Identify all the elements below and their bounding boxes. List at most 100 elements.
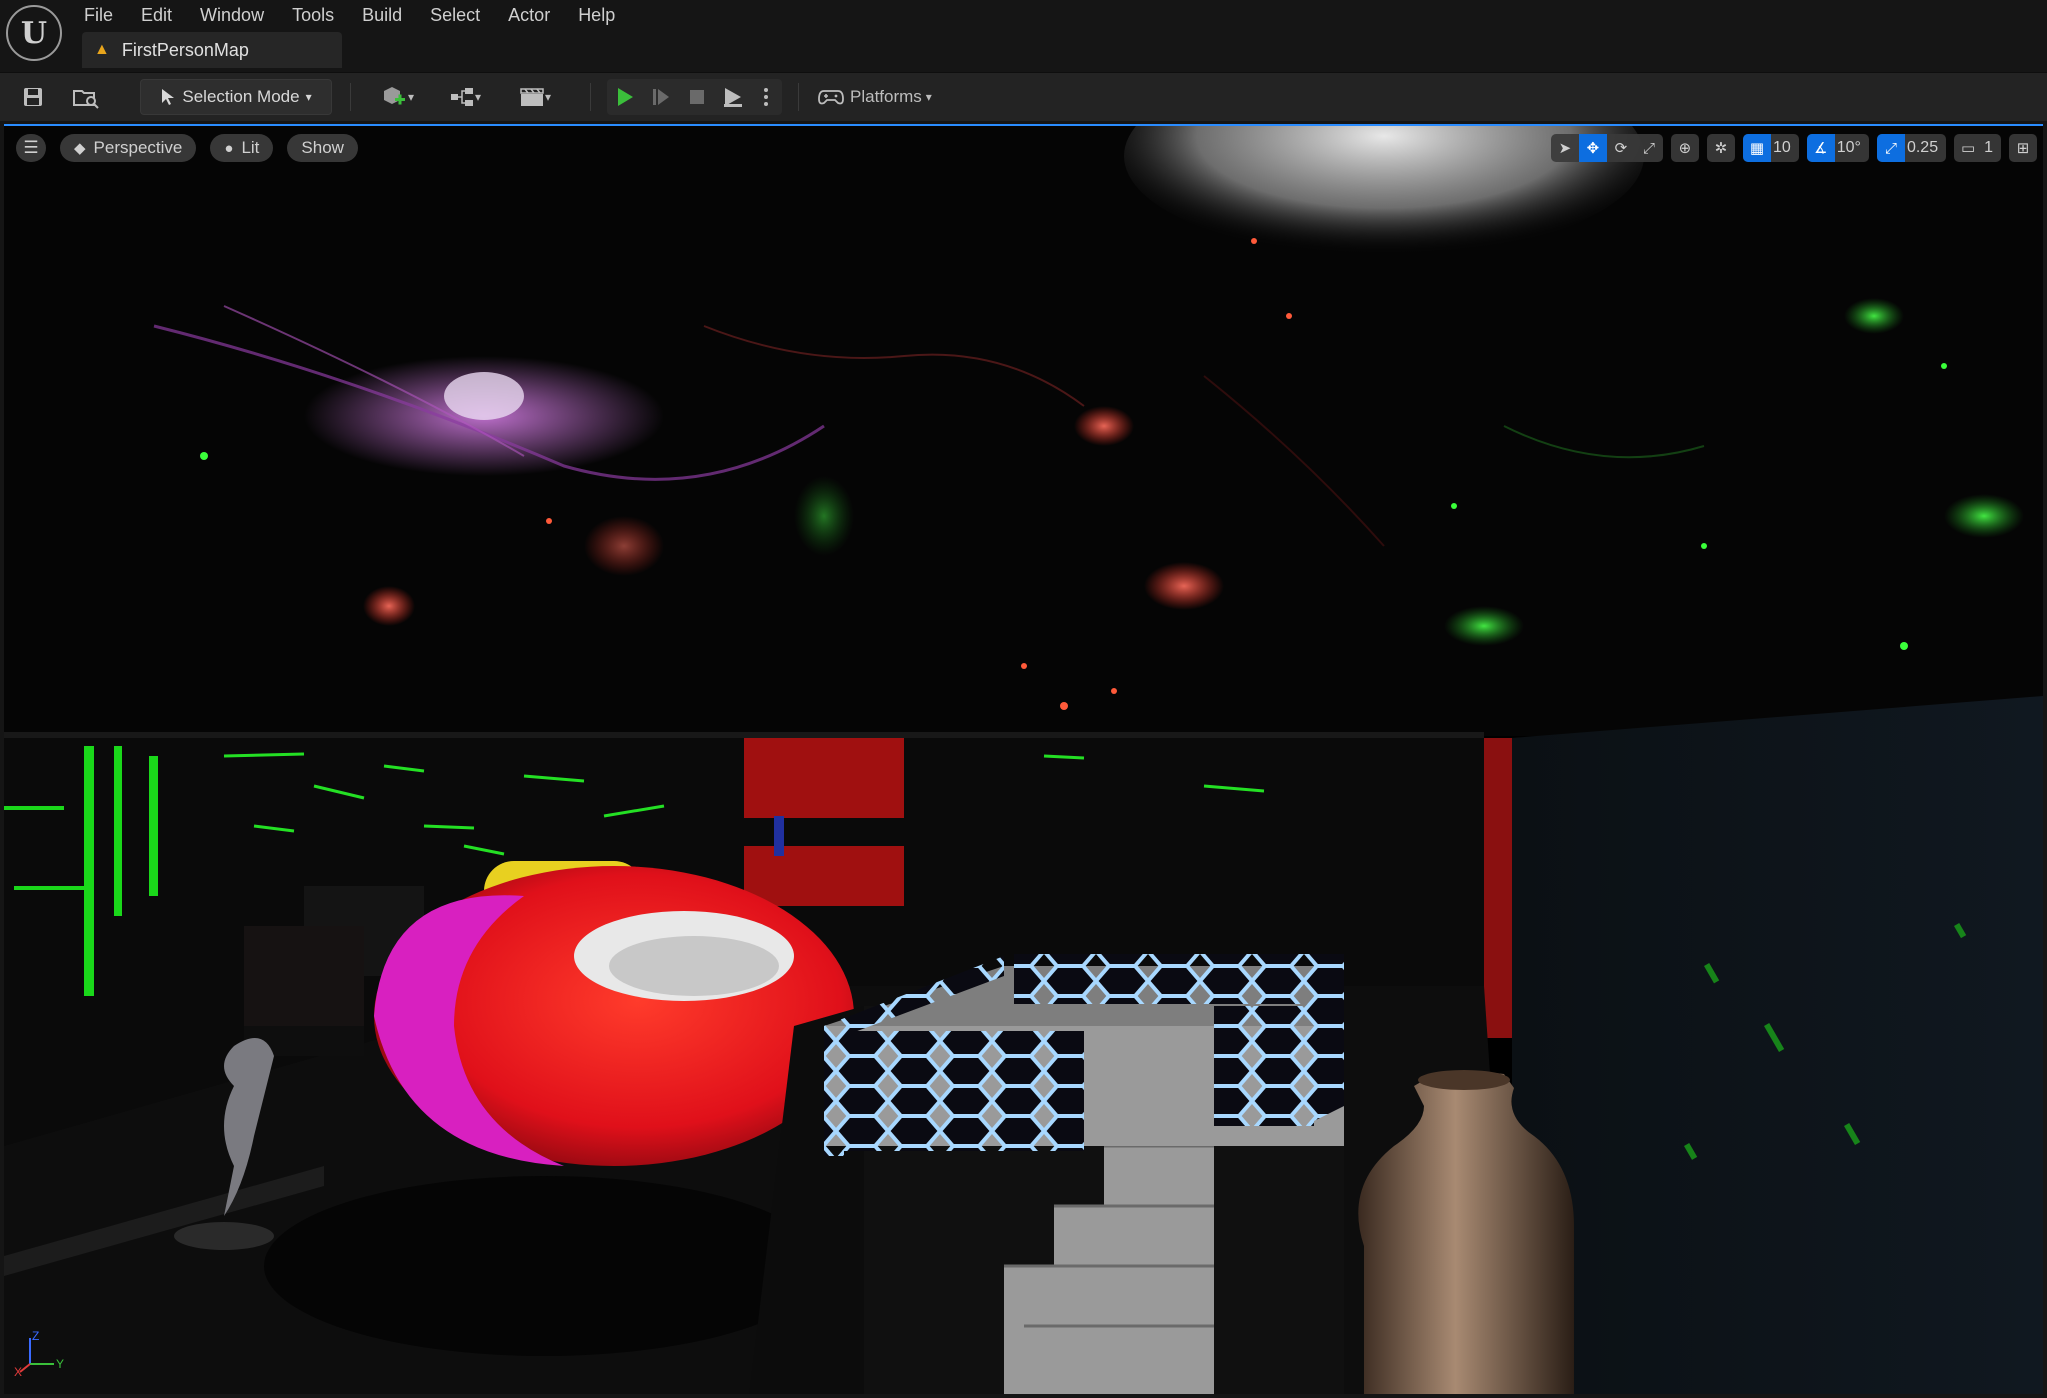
level-viewport[interactable]: ☰ ◆ Perspective ● Lit Show ➤ ✥ ⟳ ⤢ ⊕ ✲ ▦…: [4, 124, 2043, 1394]
stop-button[interactable]: [679, 79, 715, 115]
camera-speed-group: ▭ 1: [1954, 134, 2001, 162]
surface-snap-icon: ✲: [1714, 140, 1728, 157]
axis-x-label: X: [14, 1365, 22, 1378]
transform-tools: ➤ ✥ ⟳ ⤢: [1550, 134, 1663, 162]
cursor-icon: [162, 89, 175, 105]
selection-mode-label: Selection Mode: [182, 87, 300, 106]
chevron-down-icon: ▾: [305, 90, 312, 104]
main-menu: File Edit Window Tools Build Select Acto…: [70, 0, 629, 30]
show-button[interactable]: Show: [287, 134, 358, 162]
toolbar-divider: [590, 83, 591, 111]
unreal-logo-icon[interactable]: U: [6, 5, 62, 61]
cube-icon: ◆: [74, 140, 86, 157]
lit-button[interactable]: ● Lit: [210, 134, 274, 162]
grid-snap-button[interactable]: ▦: [1742, 134, 1771, 162]
more-vertical-icon: [764, 88, 768, 106]
grid-snap-value[interactable]: 10: [1771, 139, 1799, 157]
angle-icon: ∡: [1814, 140, 1828, 157]
translate-tool-button[interactable]: ✥: [1578, 134, 1607, 162]
viewport-left-controls: ☰ ◆ Perspective ● Lit Show: [16, 134, 358, 162]
scale-arrow-icon: ⤢: [1884, 139, 1897, 157]
menu-window[interactable]: Window: [186, 0, 278, 30]
save-button[interactable]: [16, 79, 50, 115]
cinematics-button[interactable]: ▾: [510, 79, 560, 115]
stop-icon: [690, 90, 704, 104]
chevron-down-icon: ▾: [925, 90, 932, 104]
selection-mode-dropdown[interactable]: Selection Mode ▾: [140, 79, 332, 115]
globe-icon: ⊕: [1678, 140, 1692, 157]
layout-grid-icon: ⊞: [2016, 140, 2030, 157]
folder-search-icon: [73, 90, 99, 109]
menu-tools[interactable]: Tools: [278, 0, 348, 30]
play-button[interactable]: [607, 79, 643, 115]
blueprint-icon: [450, 88, 473, 106]
scale-icon: ⤢: [1642, 139, 1655, 157]
menu-build[interactable]: Build: [348, 0, 416, 30]
rotation-snap-group: ∡ 10°: [1806, 134, 1869, 162]
viewport-options-button[interactable]: ☰: [16, 134, 46, 162]
play-icon: [618, 88, 633, 106]
main-toolbar: Selection Mode ▾ ▾ ▾ ▾ Platforms ▾: [0, 72, 2047, 121]
menu-select[interactable]: Select: [416, 0, 494, 30]
toolbar-divider: [350, 83, 351, 111]
surface-snapping-button[interactable]: ✲: [1707, 134, 1735, 162]
grid-icon: ▦: [1749, 140, 1765, 157]
perspective-label: Perspective: [93, 138, 183, 157]
menu-help[interactable]: Help: [564, 0, 629, 30]
move-arrows-icon: ✥: [1586, 140, 1600, 157]
menu-actor[interactable]: Actor: [494, 0, 564, 30]
viewport-layout: ⊞: [2009, 134, 2037, 162]
scale-snap-value[interactable]: 0.25: [1905, 139, 1946, 157]
browse-content-button[interactable]: [68, 79, 104, 115]
clapperboard-icon: [520, 88, 544, 106]
scale-snap-button[interactable]: ⤢: [1876, 134, 1905, 162]
scale-snap-group: ⤢ 0.25: [1876, 134, 1947, 162]
rotate-tool-button[interactable]: ⟳: [1607, 134, 1635, 162]
warning-triangle-icon: ▲: [94, 41, 110, 58]
hamburger-menu-icon: ☰: [23, 138, 39, 157]
camera-icon: ▭: [1961, 140, 1976, 157]
eject-button[interactable]: [715, 79, 751, 115]
chevron-down-icon: ▾: [474, 90, 482, 104]
menu-bar: U File Edit Window Tools Build Select Ac…: [0, 0, 2047, 72]
menu-file[interactable]: File: [70, 0, 127, 30]
platforms-dropdown[interactable]: Platforms ▾: [818, 79, 948, 115]
save-icon: [24, 88, 42, 106]
show-label: Show: [301, 138, 344, 157]
select-tool-button[interactable]: ➤: [1551, 134, 1579, 162]
rotation-snap-button[interactable]: ∡: [1806, 134, 1835, 162]
platforms-label: Platforms: [850, 87, 922, 106]
surface-snapping: ✲: [1706, 134, 1735, 162]
viewport-scene[interactable]: [4, 126, 2043, 1394]
camera-speed-value[interactable]: 1: [1982, 139, 2001, 157]
play-controls: [607, 79, 782, 115]
scale-tool-button[interactable]: ⤢: [1635, 134, 1663, 162]
rotate-icon: ⟳: [1614, 140, 1628, 157]
step-forward-icon: [653, 89, 669, 105]
viewport-layout-button[interactable]: ⊞: [2009, 134, 2037, 162]
tab-first-person-map[interactable]: ▲ FirstPersonMap: [82, 32, 342, 68]
tab-label: FirstPersonMap: [121, 39, 249, 60]
gamepad-icon: [818, 90, 844, 105]
chevron-down-icon: ▾: [407, 90, 415, 104]
lit-label: Lit: [241, 138, 260, 157]
blueprints-button[interactable]: ▾: [440, 79, 490, 115]
add-actor-icon: [383, 87, 405, 105]
chevron-down-icon: ▾: [544, 90, 552, 104]
advance-frame-button[interactable]: [643, 79, 679, 115]
menu-edit[interactable]: Edit: [127, 0, 186, 30]
axis-z-label: Z: [32, 1329, 39, 1343]
toolbar-divider: [798, 83, 799, 111]
perspective-button[interactable]: ◆ Perspective: [60, 134, 197, 162]
axis-y-label: Y: [56, 1357, 64, 1371]
coordinate-system: ⊕: [1670, 134, 1699, 162]
viewport-right-controls: ➤ ✥ ⟳ ⤢ ⊕ ✲ ▦ 10 ∡ 10° ⤢ 0.25 ▭ 1 ⊞: [1550, 134, 2037, 162]
camera-speed-button[interactable]: ▭: [1954, 134, 1982, 162]
eject-icon: [724, 88, 742, 107]
play-options-button[interactable]: [751, 79, 781, 115]
add-actor-button[interactable]: ▾: [372, 79, 422, 115]
rotation-snap-value[interactable]: 10°: [1835, 139, 1869, 157]
world-space-button[interactable]: ⊕: [1671, 134, 1699, 162]
cursor-icon: ➤: [1558, 140, 1572, 157]
axis-gizmo: Z Y X: [14, 1329, 64, 1378]
